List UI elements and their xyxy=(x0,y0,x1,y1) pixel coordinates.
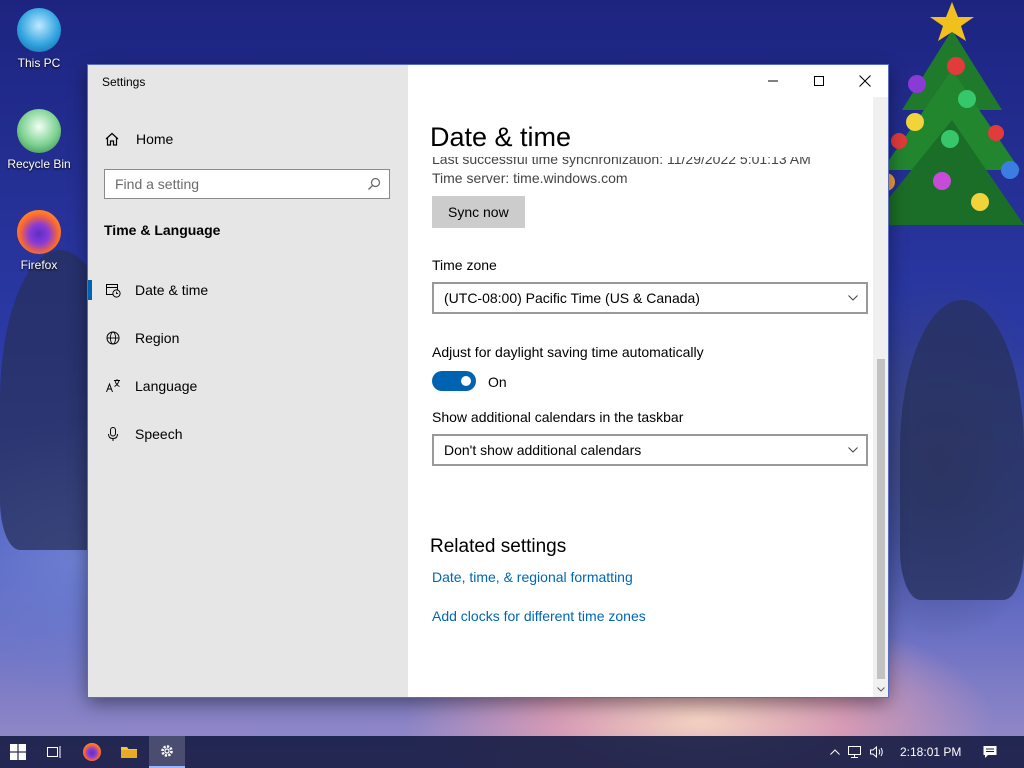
chevron-up-icon[interactable] xyxy=(826,749,844,755)
sidebar-item-language[interactable]: Language xyxy=(88,366,408,406)
sidebar-item-speech[interactable]: Speech xyxy=(88,414,408,454)
microphone-icon xyxy=(105,426,121,442)
dst-label: Adjust for daylight saving time automati… xyxy=(432,344,704,360)
calendars-value: Don't show additional calendars xyxy=(444,442,642,458)
sidebar-section-title: Time & Language xyxy=(104,222,221,238)
time-zone-label: Time zone xyxy=(432,257,497,273)
vertical-scrollbar[interactable] xyxy=(873,97,888,697)
search-icon[interactable] xyxy=(367,177,381,191)
settings-icon xyxy=(159,743,175,759)
notification-icon xyxy=(982,744,998,760)
chevron-down-icon xyxy=(848,447,858,453)
desktop-icon-label: Firefox xyxy=(20,258,58,272)
time-zone-value: (UTC-08:00) Pacific Time (US & Canada) xyxy=(444,290,700,306)
settings-content: Date & time Last successful time synchro… xyxy=(408,65,888,697)
settings-window: Settings Home Time & Language Date & tim… xyxy=(88,65,888,697)
sidebar-item-region[interactable]: Region xyxy=(88,318,408,358)
network-icon[interactable] xyxy=(844,745,866,759)
settings-sidebar: Settings Home Time & Language Date & tim… xyxy=(88,65,408,697)
recycle-bin-icon xyxy=(17,109,61,153)
dst-state-label: On xyxy=(488,374,507,390)
notification-button[interactable] xyxy=(972,736,1008,768)
system-tray: 2:18:01 PM xyxy=(826,736,961,768)
language-icon xyxy=(105,378,121,394)
scroll-down-button[interactable] xyxy=(873,681,888,697)
calendars-label: Show additional calendars in the taskbar xyxy=(432,409,684,425)
time-server-text: Time server: time.windows.com xyxy=(432,170,628,186)
search-input[interactable] xyxy=(105,175,367,193)
nav-home[interactable]: Home xyxy=(104,129,173,149)
desktop-icon-firefox[interactable]: Firefox xyxy=(4,210,74,272)
desktop-icon-label: Recycle Bin xyxy=(7,157,71,171)
chevron-down-icon xyxy=(876,686,885,692)
last-sync-text: Last successful time synchronization: 11… xyxy=(432,157,811,167)
calendars-dropdown[interactable]: Don't show additional calendars xyxy=(432,434,868,466)
taskbar-settings-button[interactable] xyxy=(149,736,185,768)
snowy-tree-silhouette xyxy=(900,300,1024,600)
chevron-down-icon xyxy=(848,295,858,301)
sidebar-item-label: Speech xyxy=(135,426,183,442)
start-icon xyxy=(10,744,26,760)
globe-icon xyxy=(105,330,121,346)
file-explorer-icon xyxy=(120,744,138,760)
taskbar-clock[interactable]: 2:18:01 PM xyxy=(900,745,961,759)
sidebar-item-label: Date & time xyxy=(135,282,209,298)
nav-home-label: Home xyxy=(136,131,174,147)
time-zone-dropdown[interactable]: (UTC-08:00) Pacific Time (US & Canada) xyxy=(432,282,868,314)
scrollbar-thumb[interactable] xyxy=(877,359,885,679)
sync-now-button[interactable]: Sync now xyxy=(432,196,525,228)
calendar-clock-icon xyxy=(105,282,121,298)
sidebar-item-date-time[interactable]: Date & time xyxy=(88,270,408,310)
page-title: Date & time xyxy=(430,122,572,152)
related-settings-title: Related settings xyxy=(430,536,567,557)
task-view-button[interactable] xyxy=(36,736,72,768)
search-box xyxy=(104,169,390,199)
task-view-icon xyxy=(46,744,62,760)
desktop-icon-label: This PC xyxy=(17,56,61,70)
taskbar-file-explorer-button[interactable] xyxy=(111,736,147,768)
sidebar-item-label: Language xyxy=(135,378,198,394)
additional-clocks-link[interactable]: Add clocks for different time zones xyxy=(432,608,646,624)
volume-icon[interactable] xyxy=(866,745,888,759)
dst-toggle[interactable] xyxy=(432,371,476,391)
scrollable-content: Last successful time synchronization: 11… xyxy=(408,157,873,697)
taskbar: 2:18:01 PM xyxy=(0,736,1024,768)
taskbar-firefox-button[interactable] xyxy=(74,736,110,768)
window-title: Settings xyxy=(102,75,146,89)
sidebar-item-label: Region xyxy=(135,330,180,346)
desktop-icon-this-pc[interactable]: This PC xyxy=(4,8,74,70)
toggle-knob xyxy=(461,376,471,386)
regional-formatting-link[interactable]: Date, time, & regional formatting xyxy=(432,569,633,585)
start-button[interactable] xyxy=(0,736,36,768)
this-pc-icon xyxy=(17,8,61,52)
firefox-icon xyxy=(17,210,61,254)
home-icon xyxy=(104,131,120,147)
desktop-icon-recycle-bin[interactable]: Recycle Bin xyxy=(4,109,74,171)
firefox-icon xyxy=(83,743,101,761)
